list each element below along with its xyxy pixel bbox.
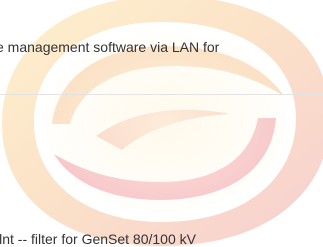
- product-text-line: llnt -- filter for GenSet 80/100 kV: [0, 231, 196, 247]
- brand-swirl-logo-watermark: [2, 0, 323, 246]
- description-text-line-1: e management software via LAN for: [0, 39, 220, 55]
- section-divider: [0, 94, 323, 95]
- page-fragment: e management software via LAN for 7 llnt…: [0, 0, 323, 247]
